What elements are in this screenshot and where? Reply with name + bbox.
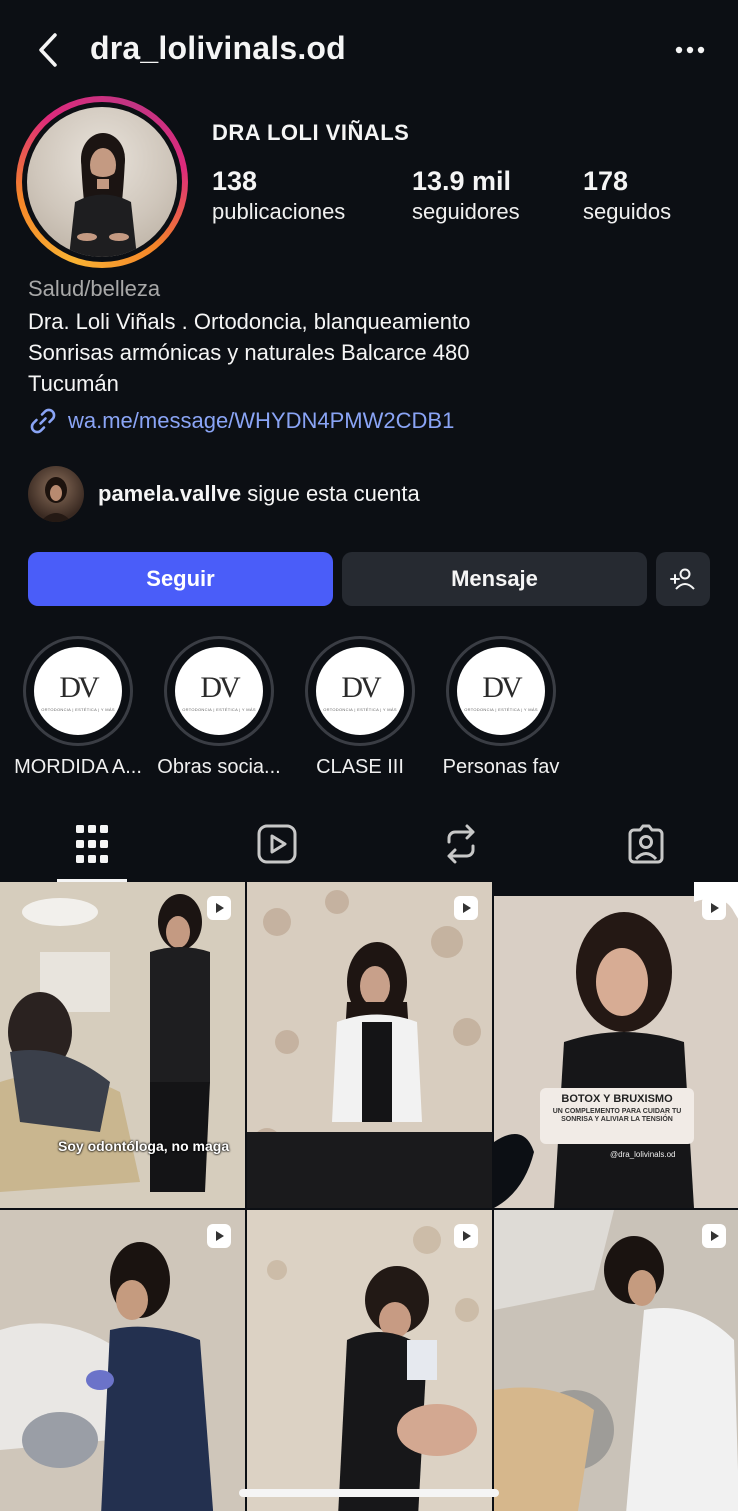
mutual-follower-photo — [40, 477, 72, 522]
mutual-follower[interactable]: pamela.vallve sigue esta cuenta — [28, 466, 420, 522]
reposts-icon — [447, 824, 475, 864]
reels-icon — [257, 824, 297, 864]
reel-indicator-icon — [454, 1224, 478, 1248]
highlight-logo: DV — [482, 670, 522, 704]
highlight-label: MORDIDA A... — [14, 756, 142, 778]
chevron-left-icon — [39, 33, 57, 67]
stat-posts-value: 138 — [212, 166, 258, 196]
post-thumbnail[interactable] — [247, 882, 492, 1208]
posts-grid: Soy odontóloga, no maga BOTOX Y BRUXISMO… — [0, 882, 738, 1511]
stat-followers[interactable]: 13.9 mil seguidores — [412, 166, 520, 225]
avatar-photo — [27, 107, 177, 257]
stat-followers-value: 13.9 mil — [412, 166, 512, 196]
post-thumbnail[interactable] — [0, 1210, 245, 1511]
profile-username: dra_lolivinals.od — [90, 30, 346, 66]
highlight-logo-tag: ORTODONCIA | ESTÉTICA | Y MÁS — [323, 706, 397, 712]
home-indicator[interactable] — [239, 1489, 499, 1497]
display-name: DRA LOLI VIÑALS — [212, 120, 410, 145]
highlight-cover: DV ORTODONCIA | ESTÉTICA | Y MÁS — [457, 647, 545, 735]
post-thumbnail[interactable] — [494, 1210, 738, 1511]
post-image — [247, 1210, 492, 1511]
post-caption: Soy odontóloga, no maga — [58, 1138, 230, 1154]
post-image — [247, 882, 492, 1208]
profile-category: Salud/belleza — [28, 276, 161, 301]
highlight-logo: DV — [59, 670, 99, 704]
story-highlight[interactable]: DV ORTODONCIA | ESTÉTICA | Y MÁS CLASE II… — [304, 636, 416, 778]
profile-tabs — [0, 806, 738, 882]
grid-icon — [76, 825, 109, 863]
suggest-users-button[interactable] — [656, 552, 710, 606]
reel-indicator-icon — [207, 1224, 231, 1248]
tab-reels[interactable] — [185, 806, 370, 882]
highlight-label: Obras socia... — [157, 756, 281, 778]
tab-reposts[interactable] — [369, 806, 554, 882]
story-highlight[interactable]: DV ORTODONCIA | ESTÉTICA | Y MÁS Obras so… — [157, 636, 281, 778]
tab-tagged[interactable] — [554, 806, 738, 882]
post-image — [0, 882, 245, 1208]
reel-indicator-icon — [207, 896, 231, 920]
reel-indicator-icon — [702, 896, 726, 920]
story-highlight[interactable]: DV ORTODONCIA | ESTÉTICA | Y MÁS Personas… — [443, 636, 559, 778]
post-handle: @dra_lolivinals.od — [610, 1150, 676, 1159]
follow-button[interactable]: Seguir — [28, 552, 333, 606]
more-horizontal-icon — [675, 46, 705, 54]
highlight-cover: DV ORTODONCIA | ESTÉTICA | Y MÁS — [316, 647, 404, 735]
bio-line: Sonrisas armónicas y naturales Balcarce … — [28, 340, 470, 365]
tagged-icon — [628, 824, 664, 864]
bio-line: Dra. Loli Viñals . Ortodoncia, blanqueam… — [28, 309, 471, 334]
reel-indicator-icon — [702, 1224, 726, 1248]
stat-following-label: seguidos — [583, 199, 672, 224]
tab-posts[interactable] — [0, 806, 185, 882]
highlight-logo-tag: ORTODONCIA | ESTÉTICA | Y MÁS — [464, 706, 538, 712]
mutual-follower-avatar — [28, 466, 84, 522]
post-thumbnail[interactable]: Soy odontóloga, no maga — [0, 882, 245, 1208]
stat-following[interactable]: 178 seguidos — [583, 166, 671, 225]
mutual-follower-text: sigue esta cuenta — [247, 481, 420, 506]
stat-posts-label: publicaciones — [212, 199, 346, 224]
highlight-logo: DV — [341, 670, 381, 704]
link-text[interactable]: wa.me/message/WHYDN4PMW2CDB1 — [68, 408, 454, 434]
link-icon — [30, 408, 56, 434]
post-caption-card: BOTOX Y BRUXISMO UN COMPLEMENTO PARA CUI… — [540, 1088, 694, 1144]
top-bar: dra_lolivinals.od — [0, 0, 738, 100]
profile-bio: Dra. Loli Viñals . Ortodoncia, blanqueam… — [28, 306, 628, 399]
more-options-button[interactable] — [672, 36, 708, 64]
highlight-cover: DV ORTODONCIA | ESTÉTICA | Y MÁS — [175, 647, 263, 735]
message-button[interactable]: Mensaje — [342, 552, 647, 606]
post-caption-subtitle: UN COMPLEMENTO PARA CUIDAR TU SONRISA Y … — [552, 1108, 682, 1123]
reel-indicator-icon — [454, 896, 478, 920]
post-thumbnail[interactable] — [247, 1210, 492, 1511]
mutual-follower-username[interactable]: pamela.vallve — [98, 481, 241, 506]
add-user-icon — [670, 568, 695, 590]
highlight-label: Personas fav — [442, 756, 560, 778]
post-caption-title: BOTOX Y BRUXISMO — [561, 1093, 673, 1105]
profile-avatar[interactable] — [16, 96, 188, 268]
stat-followers-label: seguidores — [412, 199, 520, 224]
highlight-logo: DV — [200, 670, 240, 704]
stat-posts[interactable]: 138 publicaciones — [212, 166, 345, 225]
profile-link[interactable]: wa.me/message/WHYDN4PMW2CDB1 — [28, 406, 454, 436]
bio-line: Tucumán — [28, 371, 119, 396]
avatar-figure-image — [69, 133, 137, 257]
post-image — [0, 1210, 245, 1511]
highlight-label: CLASE III — [316, 756, 404, 778]
story-highlight[interactable]: DV ORTODONCIA | ESTÉTICA | Y MÁS MORDIDA … — [14, 636, 142, 778]
post-thumbnail[interactable]: BOTOX Y BRUXISMO UN COMPLEMENTO PARA CUI… — [494, 882, 738, 1208]
stat-following-value: 178 — [583, 166, 629, 196]
post-image — [494, 882, 738, 1208]
highlight-logo-tag: ORTODONCIA | ESTÉTICA | Y MÁS — [41, 706, 115, 712]
highlight-cover: DV ORTODONCIA | ESTÉTICA | Y MÁS — [34, 647, 122, 735]
back-button[interactable] — [28, 28, 68, 72]
post-image — [494, 1210, 738, 1511]
highlight-logo-tag: ORTODONCIA | ESTÉTICA | Y MÁS — [182, 706, 256, 712]
